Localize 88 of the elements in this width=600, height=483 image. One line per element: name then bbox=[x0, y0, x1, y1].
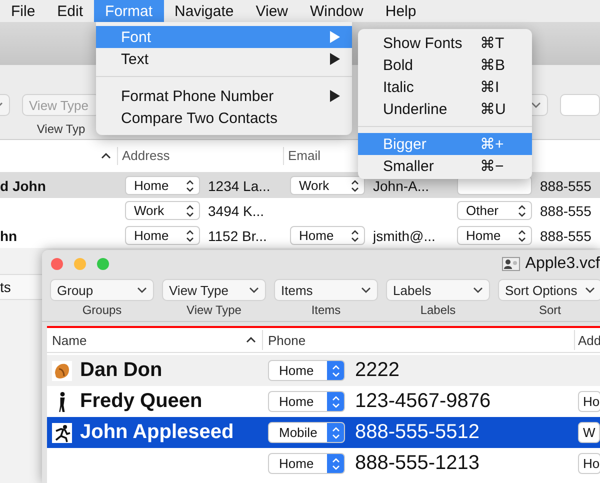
chevron-icon bbox=[531, 102, 541, 108]
window-title: Apple3.vcf bbox=[525, 255, 600, 273]
zoom-button[interactable] bbox=[97, 258, 109, 270]
table-row[interactable]: Home 888-555-1213 Ho bbox=[47, 448, 600, 479]
menu-entry[interactable]: Bold ⌘B bbox=[358, 54, 532, 76]
label-popup[interactable]: Mobile bbox=[268, 422, 345, 443]
popup-button[interactable]: View Type bbox=[162, 279, 266, 301]
phone-number: 888-555-1213 bbox=[355, 452, 480, 475]
table-row[interactable]: d John Home 1234 La... Work John-A... 888-555 bbox=[0, 173, 600, 198]
label-popup[interactable]: Home bbox=[125, 176, 200, 195]
label-popup[interactable]: Work bbox=[125, 201, 200, 220]
stepper-icon bbox=[332, 364, 340, 376]
label-popup[interactable]: Home bbox=[268, 391, 345, 412]
menu-entry[interactable]: Underline ⌘U bbox=[358, 98, 532, 120]
stepper-icon bbox=[332, 458, 340, 470]
popup-button[interactable]: Sort Options bbox=[498, 279, 600, 301]
toolbar-caption: View Type bbox=[186, 303, 242, 317]
toolbar-caption: Groups bbox=[82, 303, 122, 317]
label-popup[interactable]: Home bbox=[268, 360, 345, 381]
table-row[interactable]: hn Home 1152 Br... Home jsmith@... Home 888-555 bbox=[0, 223, 600, 248]
column-header[interactable]: Add bbox=[578, 332, 600, 348]
contact-name: John Appleseed bbox=[80, 421, 234, 444]
menu-item[interactable]: Edit bbox=[46, 0, 94, 22]
toolbar-caption: Labels bbox=[420, 303, 456, 317]
chevron-icon bbox=[249, 287, 259, 293]
menu-item[interactable]: Help bbox=[374, 0, 428, 22]
menu-item[interactable]: View bbox=[244, 0, 299, 22]
minimize-button[interactable] bbox=[74, 258, 86, 270]
address-text: 1234 La... bbox=[208, 178, 270, 194]
menu-entry[interactable]: Show Fonts ⌘T bbox=[358, 32, 532, 54]
stepper-icon bbox=[518, 230, 526, 242]
stepper-icon bbox=[351, 180, 359, 192]
phone-text: 888-555 bbox=[540, 202, 592, 218]
label-popup[interactable]: Home bbox=[125, 226, 200, 245]
popup-button[interactable]: Group bbox=[50, 279, 154, 301]
stepper-icon bbox=[332, 426, 340, 438]
stepper-icon bbox=[186, 230, 194, 242]
contact-name: Dan Don bbox=[80, 359, 162, 382]
menu-entry[interactable]: Text bbox=[96, 48, 352, 70]
label-popup[interactable]: Ho bbox=[578, 391, 600, 412]
email-text: John-A... bbox=[373, 178, 430, 194]
close-button[interactable] bbox=[51, 258, 63, 270]
menu-item[interactable]: Navigate bbox=[164, 0, 245, 22]
toolbar-caption: Items bbox=[311, 303, 341, 317]
label-popup[interactable]: Work bbox=[290, 176, 365, 195]
column-header[interactable]: Name bbox=[52, 332, 87, 348]
stepper-icon bbox=[186, 180, 194, 192]
label-popup[interactable]: W bbox=[578, 422, 600, 443]
stepper-icon bbox=[186, 204, 194, 216]
label-popup[interactable]: Home bbox=[290, 226, 365, 245]
menu-entry[interactable]: Italic ⌘I bbox=[358, 76, 532, 98]
contact-name: d John bbox=[0, 178, 46, 194]
table-row[interactable]: Dan Don Home 2222 bbox=[47, 355, 600, 386]
label-popup[interactable]: Other bbox=[457, 201, 532, 220]
address-text: 1152 Br... bbox=[208, 228, 267, 244]
toolbar-caption: View Typ bbox=[36, 122, 86, 136]
contact-name: Fredy Queen bbox=[80, 390, 202, 413]
phone-text: 888-555 bbox=[540, 178, 592, 194]
label-popup[interactable]: Ho bbox=[578, 453, 600, 474]
stepper-icon bbox=[351, 230, 359, 242]
chevron-icon bbox=[361, 287, 371, 293]
column-header[interactable]: Phone bbox=[268, 332, 306, 348]
menu-item[interactable]: Window bbox=[299, 0, 374, 22]
chevron-icon bbox=[137, 287, 147, 293]
table-row[interactable]: Work 3494 K... Other 888-555 bbox=[0, 198, 600, 223]
phone-text: 888-555 bbox=[540, 228, 592, 244]
chevron-icon bbox=[473, 287, 483, 293]
stepper-icon bbox=[518, 204, 526, 216]
chevron-icon bbox=[585, 287, 595, 293]
contact-name: hn bbox=[0, 228, 18, 244]
contact-card-icon bbox=[502, 257, 520, 271]
phone-number: 888-555-5512 bbox=[355, 421, 480, 444]
popup-button[interactable]: Labels bbox=[386, 279, 490, 301]
email-text: jsmith@... bbox=[373, 228, 436, 244]
table-row[interactable]: Fredy Queen Home 123-4567-9876 Ho bbox=[47, 386, 600, 417]
column-header[interactable]: Address bbox=[122, 148, 170, 163]
toolbar-caption: Sort bbox=[538, 303, 561, 317]
menu-item[interactable]: File bbox=[0, 0, 46, 22]
phone-number: 2222 bbox=[355, 359, 400, 382]
popup-button[interactable]: Items bbox=[274, 279, 378, 301]
address-text: 3494 K... bbox=[208, 202, 264, 218]
stepper-icon bbox=[332, 396, 340, 408]
column-header[interactable]: Email bbox=[288, 148, 321, 163]
label-popup[interactable]: Home bbox=[268, 453, 345, 474]
label-popup[interactable]: Home bbox=[457, 226, 532, 245]
phone-number: 123-4567-9876 bbox=[355, 390, 491, 413]
sidebar-item[interactable]: ts bbox=[0, 274, 42, 300]
table-row[interactable]: John Appleseed Mobile 888-555-5512 W bbox=[47, 417, 600, 448]
